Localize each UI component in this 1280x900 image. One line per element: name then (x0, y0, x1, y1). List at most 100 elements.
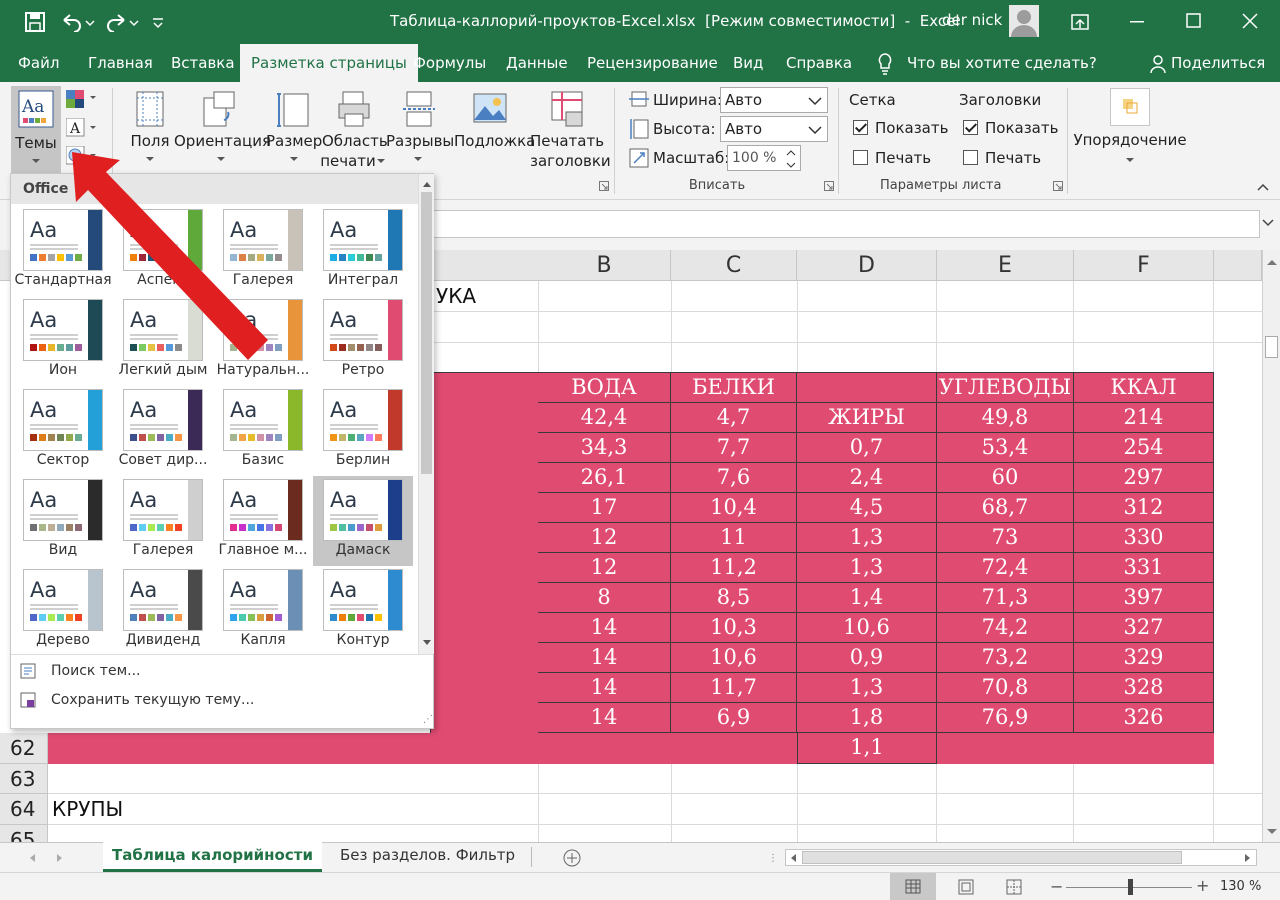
page-layout-view-icon[interactable] (958, 879, 974, 895)
vertical-scrollbar[interactable] (1262, 250, 1280, 842)
table-cell[interactable]: 53,4 (937, 433, 1074, 463)
table-cell[interactable]: 34,3 (538, 433, 671, 463)
dialog-launcher-icon[interactable] (824, 181, 834, 191)
gridlines-view-checkbox[interactable] (853, 120, 868, 135)
table-cell[interactable]: 7,6 (671, 463, 797, 493)
orientation-icon[interactable] (202, 90, 236, 128)
theme-tile[interactable]: Aa Дивиденд (113, 566, 213, 656)
column-header-e[interactable]: E (937, 250, 1074, 281)
theme-tile[interactable]: Aa Легкий дым (113, 296, 213, 386)
print-area-label[interactable]: Область (322, 131, 388, 151)
tab-home[interactable]: Главная (88, 44, 153, 82)
margins-label[interactable]: Поля (122, 131, 178, 151)
theme-tile[interactable]: Aa Галерея (113, 476, 213, 566)
formula-input[interactable] (430, 210, 1260, 238)
table-cell[interactable]: 76,9 (937, 703, 1074, 733)
table-cell[interactable]: 1,3 (797, 553, 937, 583)
table-cell[interactable]: 0,7 (797, 433, 937, 463)
theme-tile[interactable]: Aa Совет дир... (113, 386, 213, 476)
tab-page-layout[interactable]: Разметка страницы (240, 44, 418, 82)
ribbon-display-icon[interactable] (1070, 12, 1090, 32)
table-cell[interactable]: 49,8 (937, 403, 1074, 433)
table-cell[interactable]: 72,4 (937, 553, 1074, 583)
row-header-62[interactable]: 62 (0, 733, 48, 764)
theme-tile[interactable]: Aa Главное м... (213, 476, 313, 566)
scroll-up-icon[interactable] (1266, 258, 1278, 266)
theme-effects-icon[interactable] (66, 146, 98, 166)
print-titles-icon[interactable] (550, 90, 584, 128)
table-cell[interactable]: 214 (1074, 403, 1214, 433)
print-titles-label[interactable]: Печатать (530, 131, 604, 151)
table-header-cell[interactable]: ВОДА (538, 373, 671, 403)
table-cell[interactable]: 7,7 (671, 433, 797, 463)
table-cell[interactable]: 71,3 (937, 583, 1074, 613)
margins-icon[interactable] (133, 90, 167, 128)
table-cell[interactable]: 10,6 (797, 613, 937, 643)
horizontal-scroll-thumb[interactable] (802, 851, 1182, 864)
theme-tile[interactable]: Aa Галерея (213, 206, 313, 296)
gridlines-view-label[interactable]: Показать (875, 118, 948, 138)
next-sheet-icon[interactable] (54, 853, 64, 863)
scroll-thumb[interactable] (1265, 336, 1278, 358)
theme-tile[interactable]: Aa Натуральн... (213, 296, 313, 386)
table-cell[interactable]: 74,2 (937, 613, 1074, 643)
scroll-down-icon[interactable] (1266, 828, 1278, 836)
theme-tile[interactable]: Aa Дерево (13, 566, 113, 656)
table-cell[interactable]: 327 (1074, 613, 1214, 643)
table-cell[interactable]: 73 (937, 523, 1074, 553)
table-cell[interactable]: 68,7 (937, 493, 1074, 523)
maximize-icon[interactable] (1186, 13, 1202, 29)
theme-tile[interactable]: Aa Вид (13, 476, 113, 566)
row-header-65[interactable]: 65 (0, 825, 48, 842)
theme-colors-icon[interactable] (66, 90, 98, 108)
share-person-icon[interactable] (1148, 54, 1168, 74)
column-header-g[interactable] (1214, 250, 1262, 281)
tab-help[interactable]: Справка (786, 44, 852, 82)
headings-print-label[interactable]: Печать (985, 148, 1041, 168)
table-cell[interactable]: 297 (1074, 463, 1214, 493)
row-header-64[interactable]: 64 (0, 794, 48, 825)
table-cell[interactable]: 1,4 (797, 583, 937, 613)
gridlines-print-checkbox[interactable] (853, 150, 868, 165)
zoom-level[interactable]: 130 % (1220, 879, 1261, 894)
dialog-launcher-icon[interactable] (1053, 181, 1063, 191)
print-area-icon[interactable] (337, 90, 371, 128)
table-cell[interactable]: 1,8 (797, 703, 937, 733)
table-header-cell[interactable]: ККАЛ (1074, 373, 1214, 403)
table-cell[interactable]: 11 (671, 523, 797, 553)
background-label[interactable]: Подложка (454, 131, 535, 151)
table-cell[interactable]: 14 (538, 673, 671, 703)
save-current-theme-item[interactable]: Сохранить текущую тему... (51, 692, 254, 708)
table-cell[interactable]: 328 (1074, 673, 1214, 703)
table-cell[interactable]: 0,9 (797, 643, 937, 673)
gallery-scrollbar[interactable] (418, 174, 434, 654)
theme-tile[interactable]: Aa Берлин (313, 386, 413, 476)
theme-tile[interactable]: Aa Ион (13, 296, 113, 386)
tell-me-search[interactable]: Что вы хотите сделать? (907, 44, 1097, 82)
table-cell[interactable]: 6,9 (671, 703, 797, 733)
table-cell[interactable]: 73,2 (937, 643, 1074, 673)
tab-insert[interactable]: Вставка (171, 44, 235, 82)
table-cell[interactable]: 397 (1074, 583, 1214, 613)
table-cell[interactable]: 329 (1074, 643, 1214, 673)
table-cell[interactable]: 14 (538, 643, 671, 673)
breaks-label[interactable]: Разрывы (386, 131, 454, 151)
gallery-scroll-thumb[interactable] (421, 192, 432, 474)
share-button[interactable]: Поделиться (1171, 44, 1265, 82)
theme-tile[interactable]: Aa Базис (213, 386, 313, 476)
minimize-icon[interactable] (1128, 20, 1148, 24)
column-header-c[interactable]: C (671, 250, 797, 281)
zoom-slider-thumb[interactable] (1128, 879, 1133, 895)
spinner-arrows-icon[interactable] (784, 147, 798, 171)
close-icon[interactable] (1242, 13, 1258, 29)
scroll-right-icon[interactable] (1244, 853, 1252, 863)
table-cell[interactable]: 8,5 (671, 583, 797, 613)
page-break-view-icon[interactable] (1006, 879, 1022, 895)
size-label[interactable]: Размер (266, 131, 322, 151)
user-name[interactable]: der nick (942, 11, 1002, 29)
gridlines-print-label[interactable]: Печать (875, 148, 931, 168)
breaks-icon[interactable] (401, 90, 435, 128)
background-icon[interactable] (473, 90, 507, 128)
scroll-up-icon[interactable] (422, 180, 432, 188)
print-area-label-2[interactable]: печати (316, 151, 380, 171)
